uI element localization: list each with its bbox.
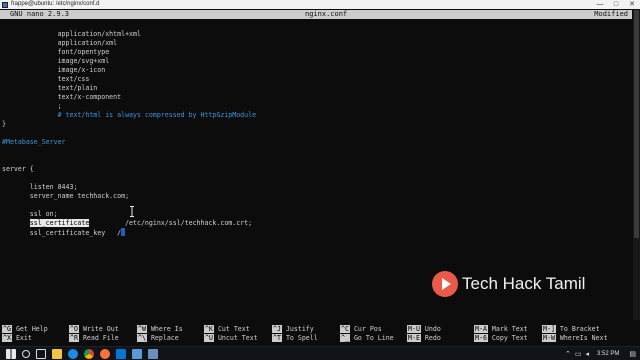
putty-app-icon — [2, 1, 8, 8]
shortcut-copy-text[interactable]: M-6 Copy Text — [474, 334, 528, 343]
chevron-up-icon[interactable]: ⌃ — [565, 350, 571, 358]
clock[interactable]: 3:52 PM — [597, 351, 619, 357]
editor-line[interactable]: font/opentype — [2, 48, 110, 57]
editor-comment-line[interactable]: # text/html is always compressed by Http… — [2, 111, 257, 120]
shortcut-read-file[interactable]: ^R Read File — [69, 334, 119, 343]
shortcut-uncut-text[interactable]: ^U Uncut Text — [204, 334, 258, 343]
system-tray: ⌃ ▭ ◂ 3:52 PM ▤ — [561, 350, 640, 358]
editor-line[interactable]: text/css — [2, 75, 90, 84]
shortcut-write-out[interactable]: ^O Write Out — [69, 325, 119, 334]
editor-line[interactable]: application/xml — [2, 39, 118, 48]
selected-text[interactable]: ssl_certificate — [29, 219, 90, 227]
network-icon[interactable]: ▭ — [575, 350, 582, 358]
shortcut-replace[interactable]: ^\ Replace — [137, 334, 179, 343]
editor-line-ssl-certificate-key[interactable]: ssl_certificate_key / — [2, 228, 126, 237]
shortcut-mark-text[interactable]: M-A Mark Text — [474, 325, 528, 334]
task-view-icon[interactable] — [36, 348, 46, 359]
editor-line[interactable]: image/svg+xml — [2, 57, 110, 66]
nano-version: GNU nano 2.9.3 — [10, 10, 70, 18]
nano-header: GNU nano 2.9.3 nginx.conf Modified — [0, 10, 632, 19]
shortcut-cur-pos[interactable]: ^C Cur Pos — [340, 325, 382, 334]
shortcut-to-bracket[interactable]: M-] To Bracket — [542, 325, 600, 334]
youtube-play-icon — [432, 271, 458, 297]
notifications-icon[interactable]: ▤ — [629, 350, 636, 358]
shortcut-get-help[interactable]: ^G Get Help — [2, 325, 48, 334]
shortcut-go-to-line[interactable]: ^_ Go To Line — [340, 334, 394, 343]
shortcut-cut-text[interactable]: ^K Cut Text — [204, 325, 250, 334]
editor-line[interactable]: server { — [2, 165, 34, 174]
terminal-scrollbar[interactable] — [633, 10, 640, 320]
close-button[interactable]: ✕ — [624, 0, 640, 9]
editor-line[interactable]: application/xhtml+xml — [2, 30, 141, 39]
editor-line[interactable]: ssl on; — [2, 210, 58, 219]
cert-path: /etc/nginx/ssl/techhack.com.crt; — [125, 219, 253, 227]
file-explorer-icon[interactable] — [52, 348, 62, 359]
edge-browser-icon[interactable] — [68, 348, 78, 359]
minimize-button[interactable]: — — [592, 0, 608, 9]
nano-status: Modified — [594, 10, 628, 18]
shortcut-to-spell[interactable]: ^T To Spell — [272, 334, 318, 343]
shortcut-exit[interactable]: ^X Exit — [2, 334, 32, 343]
shortcut-where-is[interactable]: ^W Where Is — [137, 325, 183, 334]
search-icon[interactable] — [22, 349, 30, 358]
putty-taskbar-icon[interactable] — [148, 348, 158, 359]
watermark: Tech Hack Tamil — [432, 271, 585, 297]
maximize-button[interactable]: □ — [608, 0, 624, 9]
windows-taskbar: ⌃ ▭ ◂ 3:52 PM ▤ — [0, 346, 640, 360]
shortcut-undo[interactable]: M-U Undo — [407, 325, 441, 334]
volume-icon[interactable]: ◂ — [586, 350, 590, 358]
shortcut-justify[interactable]: ^J Justify — [272, 325, 314, 334]
window-title-bar: frappe@ubuntu: /etc/nginx/conf.d — □ ✕ — [0, 0, 640, 9]
store-icon[interactable] — [132, 348, 142, 359]
chrome-browser-icon[interactable] — [84, 348, 94, 359]
firefox-browser-icon[interactable] — [100, 348, 110, 359]
nano-filename: nginx.conf — [305, 10, 348, 18]
nano-shortcut-bar: ^G Get Help ^X Exit ^O Write Out ^R Read… — [0, 323, 632, 343]
editor-line[interactable]: } — [2, 120, 6, 129]
editor-line[interactable]: text/x-component — [2, 93, 122, 102]
editor-line[interactable]: text/plain — [2, 84, 98, 93]
editor-comment-line[interactable]: #Metabase_Server — [2, 138, 66, 147]
editor-line[interactable]: ; — [2, 102, 62, 111]
shortcut-redo[interactable]: M-E Redo — [407, 334, 441, 343]
editor-line[interactable]: image/x-icon — [2, 66, 106, 75]
editor-line[interactable]: listen 8443; — [2, 183, 78, 192]
key-directive: ssl_certificate_key — [2, 229, 106, 237]
editor-line-ssl-certificate[interactable]: ssl_certificate /etc/nginx/ssl/techhack.… — [2, 219, 252, 228]
shortcut-whereis-next[interactable]: M-W WhereIs Next — [542, 334, 608, 343]
text-cursor — [121, 228, 126, 236]
watermark-text: Tech Hack Tamil — [462, 274, 586, 293]
mouse-ibeam-icon — [130, 206, 134, 217]
windows-start-icon[interactable] — [6, 348, 16, 359]
scrollbar-thumb[interactable] — [634, 10, 639, 238]
window-title: frappe@ubuntu: /etc/nginx/conf.d — [11, 1, 100, 7]
mail-icon[interactable] — [116, 348, 126, 359]
editor-line[interactable]: server_name techhack.com; — [2, 192, 129, 201]
